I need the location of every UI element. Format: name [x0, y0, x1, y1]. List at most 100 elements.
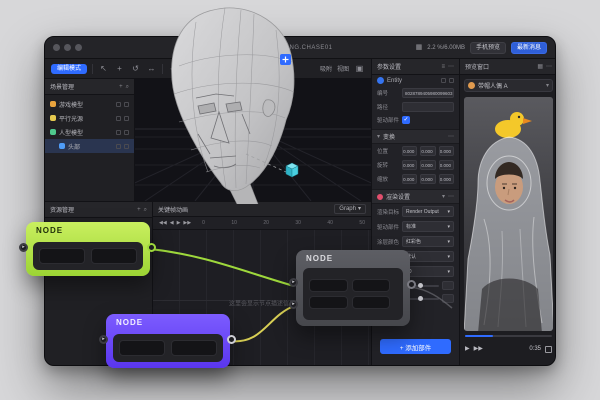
visibility-toggle[interactable]	[116, 129, 121, 135]
light-object-icon	[50, 115, 56, 121]
sidebar-item-head[interactable]: 头部	[45, 139, 134, 153]
cube-icon[interactable]: ▣	[354, 64, 365, 73]
rotation-x-field[interactable]: 0.000	[402, 160, 418, 170]
strength-value-box[interactable]	[442, 294, 454, 303]
rotation-label: 旋转	[377, 163, 389, 169]
more-icon[interactable]: ⋯	[448, 134, 454, 140]
rotation-z-field[interactable]: 40.000	[438, 160, 454, 170]
fullscreen-icon[interactable]	[545, 345, 552, 353]
phone-preview-button[interactable]: 手机预览	[469, 41, 506, 54]
gizmo-cube[interactable]	[285, 162, 299, 178]
output-port[interactable]	[147, 243, 156, 252]
lock-toggle[interactable]	[124, 115, 129, 121]
divider	[92, 63, 94, 74]
add-component-button[interactable]: + 添加部件	[380, 339, 451, 354]
lock-toggle[interactable]	[124, 129, 129, 135]
sidebar-item-light[interactable]: 平行光源	[45, 111, 134, 125]
news-button[interactable]: 最新消息	[510, 41, 547, 54]
menu-icon[interactable]: ≡	[441, 64, 445, 70]
play-button[interactable]: ▶	[177, 220, 181, 226]
transform-section-header[interactable]: ▾ 变换 ⋯	[372, 129, 459, 144]
more-icon[interactable]: ⋯	[448, 194, 454, 200]
more-icon[interactable]: ⋯	[448, 64, 454, 70]
opacity-value-box[interactable]	[442, 281, 454, 290]
id-field[interactable]: 8028789405980099603	[402, 88, 454, 98]
grid-icon[interactable]: ▦	[537, 64, 543, 70]
position-x-field[interactable]: 0.000	[402, 146, 418, 156]
output-port[interactable]	[227, 335, 236, 344]
graph-mode-dropdown[interactable]: Graph ▾	[334, 204, 366, 214]
render-section-header[interactable]: 渲染设置 ▾ ⋯	[372, 189, 459, 204]
input-port[interactable]: ▸	[289, 278, 298, 287]
step-forward-icon[interactable]: ▶▶	[474, 346, 483, 352]
jump-start-button[interactable]: ◀◀	[159, 220, 167, 226]
snap-label[interactable]: 吸附	[320, 64, 332, 73]
memory-usage: 2.2 %/6.00MB	[427, 44, 465, 51]
slider-handle[interactable]	[417, 295, 423, 301]
visibility-toggle[interactable]	[116, 115, 121, 121]
node-slot[interactable]	[119, 340, 165, 356]
node-card-gray[interactable]: NODE ▸ ▸	[289, 250, 416, 326]
lock-toggle[interactable]	[124, 143, 129, 149]
close-button[interactable]	[53, 44, 60, 51]
node-slot[interactable]	[309, 279, 348, 292]
add-cursor[interactable]	[280, 54, 291, 65]
slider-handle[interactable]	[417, 282, 423, 288]
timeline-ruler[interactable]: ◀◀ ◀ ▶ ▶▶ 0 10 20 30 40 50	[153, 217, 371, 230]
caret-right-icon: ▸	[292, 279, 295, 285]
driver-dropdown[interactable]: 标准 ▾	[402, 221, 454, 232]
play-icon[interactable]: ▶	[465, 346, 470, 352]
add-tool-icon[interactable]: +	[114, 64, 125, 73]
node-slot[interactable]	[91, 248, 137, 264]
prev-frame-button[interactable]: ◀	[170, 220, 174, 226]
sidebar-item-game-model[interactable]: 游戏模型	[45, 97, 134, 111]
static-toggle[interactable]	[449, 78, 454, 83]
input-port[interactable]: ▸	[289, 300, 298, 309]
search-icon[interactable]: ⌕	[126, 84, 129, 90]
coat-color-dropdown[interactable]: 红彩色 ▾	[402, 236, 454, 247]
node-slot[interactable]	[309, 296, 348, 309]
grid-icon[interactable]: ▦	[416, 44, 423, 51]
input-port[interactable]: ▸	[99, 335, 108, 344]
render-target-dropdown[interactable]: Render Output ▾	[402, 206, 454, 217]
node-slot[interactable]	[39, 248, 85, 264]
visibility-toggle[interactable]	[116, 143, 121, 149]
minimize-button[interactable]	[64, 44, 71, 51]
input-port[interactable]: ▸	[19, 243, 28, 252]
node-slot[interactable]	[351, 279, 391, 292]
select-tool-icon[interactable]: ↖	[98, 64, 109, 73]
edit-mode-button[interactable]: 编辑模式	[51, 63, 88, 74]
node-slot[interactable]	[171, 340, 217, 356]
view-label[interactable]: 视图	[337, 64, 349, 73]
more-icon[interactable]: ⋯	[546, 64, 552, 70]
preview-title: 预览窗口	[465, 65, 490, 71]
rotation-y-field[interactable]: 0.000	[420, 160, 436, 170]
enable-checkbox[interactable]: ✓	[402, 116, 410, 124]
scale-y-field[interactable]: 0.000	[420, 174, 436, 184]
bookmark-toggle[interactable]	[441, 78, 446, 83]
zoom-button[interactable]	[75, 44, 82, 51]
search-icon[interactable]: ⌕	[144, 207, 147, 213]
jump-end-button[interactable]: ▶▶	[183, 220, 191, 226]
timeline-header: 关键帧动画 Graph ▾	[153, 202, 371, 217]
scale-z-field[interactable]: 40.000	[438, 174, 454, 184]
preview-source-dropdown[interactable]: 带帽人偶 A ▾	[464, 79, 553, 92]
playback-scrubber[interactable]	[465, 335, 552, 337]
lock-toggle[interactable]	[124, 101, 129, 107]
output-port[interactable]	[407, 280, 416, 289]
add-asset-icon[interactable]: +	[137, 207, 141, 213]
visibility-toggle[interactable]	[116, 101, 121, 107]
add-object-icon[interactable]: +	[119, 84, 123, 90]
position-y-field[interactable]: 0.000	[420, 146, 436, 156]
sidebar-item-humanoid[interactable]: 人型模型	[45, 125, 134, 139]
node-card-green[interactable]: NODE ▸	[19, 222, 156, 276]
scale-x-field[interactable]: 0.000	[402, 174, 418, 184]
rotate-tool-icon[interactable]: ↺	[130, 64, 141, 73]
path-field[interactable]	[402, 102, 454, 112]
node-card-purple[interactable]: NODE ▸	[99, 314, 236, 368]
3d-head-model[interactable]	[146, 4, 314, 204]
node-title: NODE	[116, 318, 144, 327]
node-slot[interactable]	[351, 296, 391, 309]
position-z-field[interactable]: 40.000	[438, 146, 454, 156]
driver-row: 驱动部件 标准 ▾	[372, 219, 459, 234]
